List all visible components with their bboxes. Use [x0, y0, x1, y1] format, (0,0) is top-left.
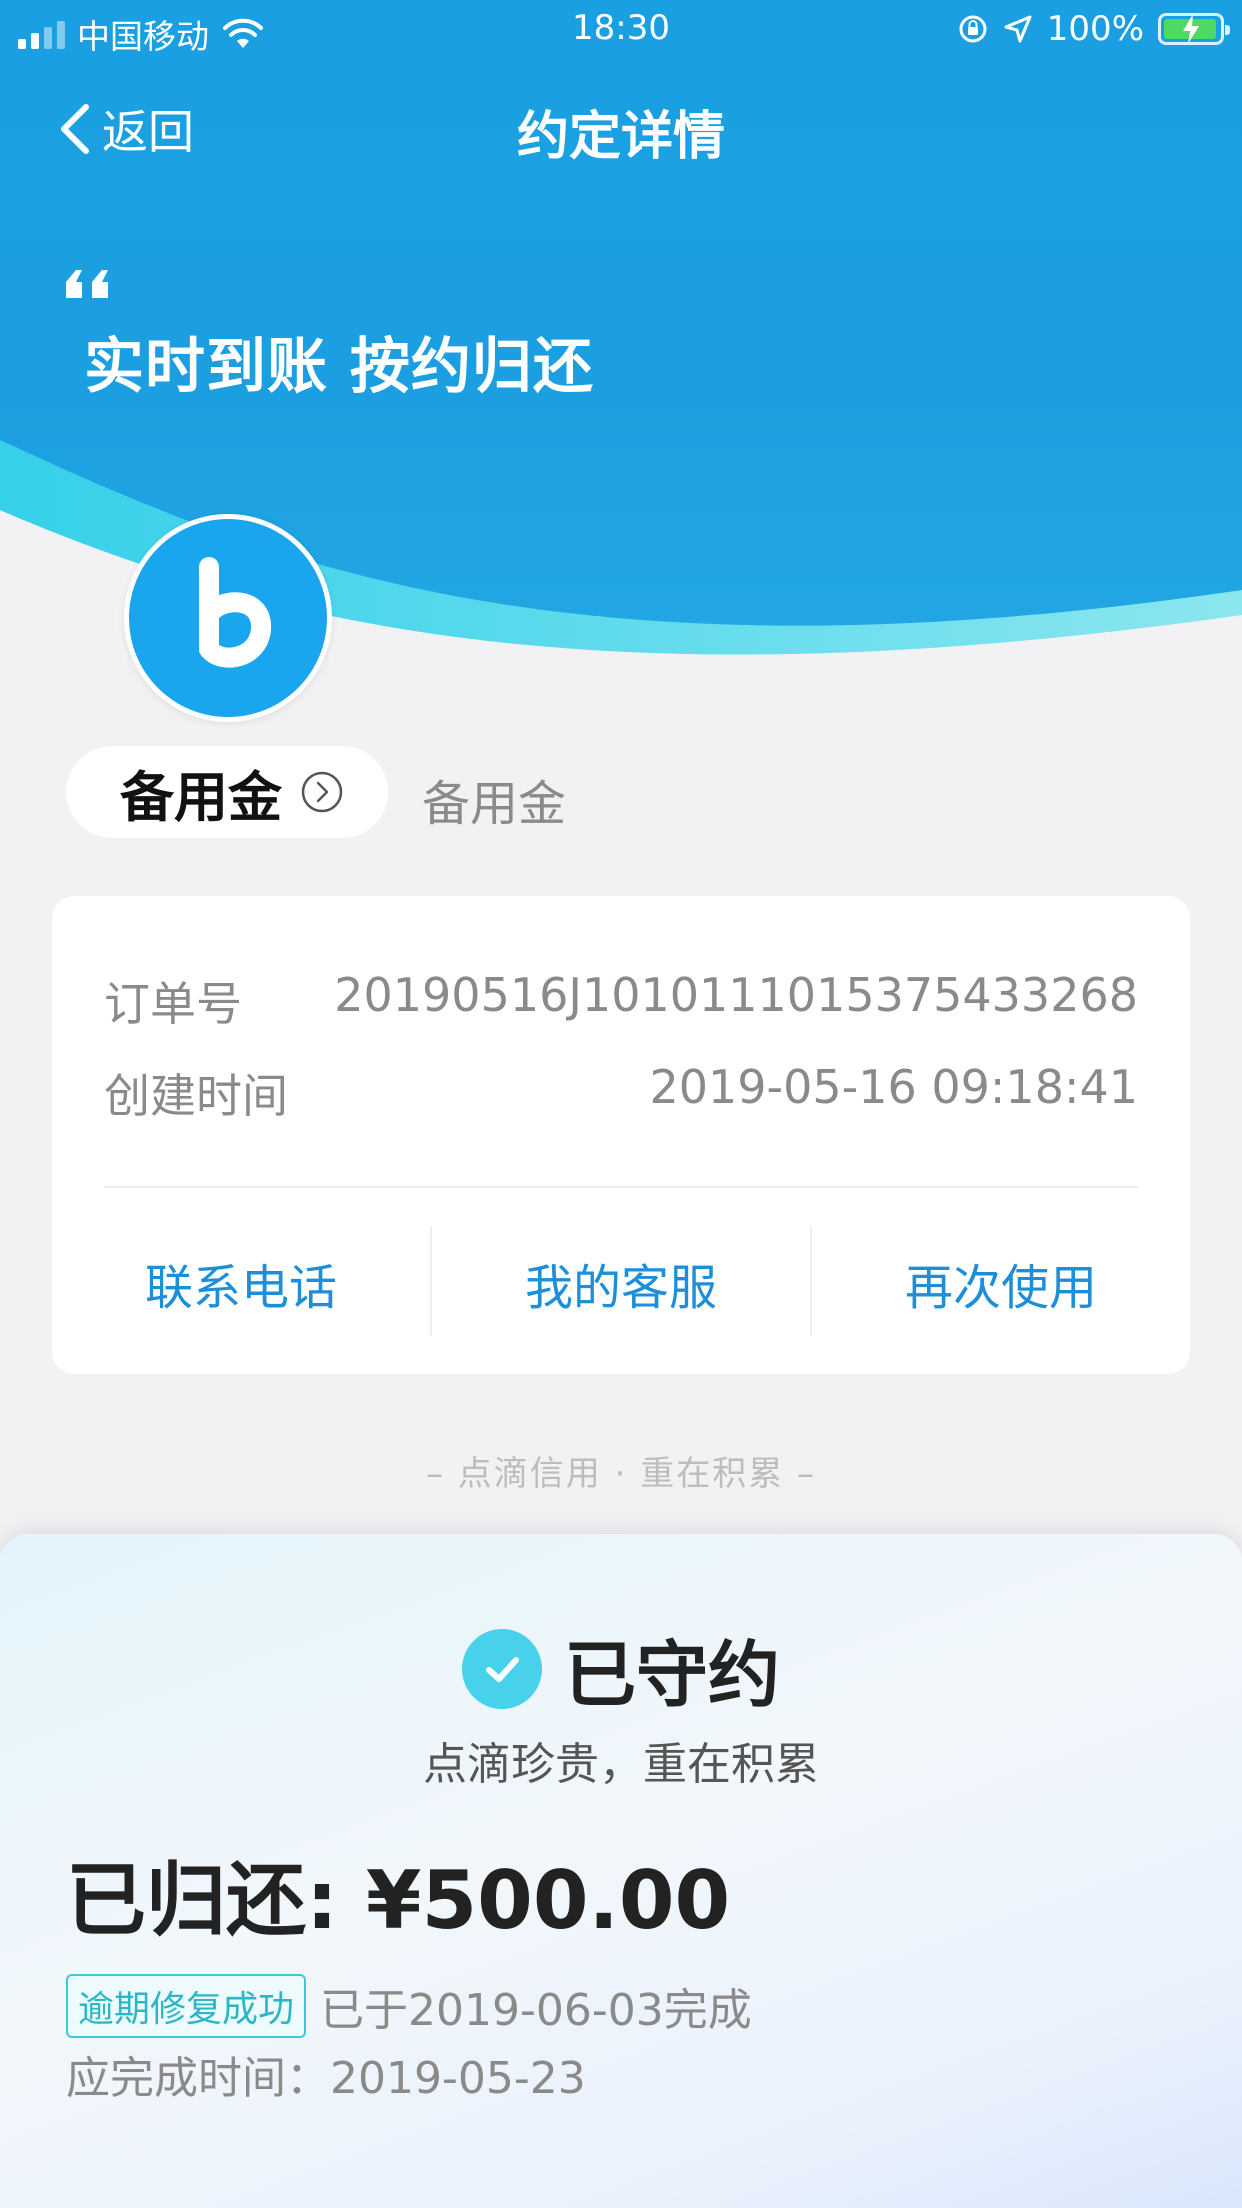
action-bar: 联系电话 我的客服 再次使用 — [52, 1226, 1190, 1336]
battery-percent: 100% — [1046, 9, 1144, 49]
credit-tagline: – 点滴信用 · 重在积累 – — [425, 1454, 817, 1494]
status-heading: 已守约 — [0, 1616, 1242, 1721]
page-title: 约定详情 — [516, 107, 725, 167]
location-arrow-icon — [1004, 15, 1032, 43]
status-text: 已守约 — [563, 1633, 780, 1717]
due-date: 应完成时间：2019-05-23 — [66, 2053, 586, 2104]
status-bar: 中国移动 18:30 100% — [0, 0, 1242, 60]
nav-bar: 返回 约定详情 — [0, 90, 1242, 167]
product-link[interactable]: 备用金 — [66, 746, 388, 838]
card-divider — [104, 1186, 1138, 1188]
quote-icon — [66, 270, 108, 298]
product-name: 备用金 — [120, 765, 282, 829]
order-number-value: 20190516J1010111015375433268 — [334, 968, 1138, 1022]
repair-badge: 逾期修复成功 — [66, 1974, 307, 2038]
check-icon — [461, 1628, 542, 1709]
order-number-label: 订单号 — [104, 977, 242, 1031]
order-number-row: 订单号 20190516J1010111015375433268 — [104, 968, 1138, 1034]
order-card: 订单号 20190516J1010111015375433268 创建时间 20… — [52, 896, 1190, 1374]
battery-icon — [1158, 13, 1230, 45]
repair-status-line: 逾期修复成功 已于2019-06-03完成 — [66, 1974, 752, 2038]
returned-amount: 已归还: ¥500.00 — [66, 1854, 731, 1947]
contact-phone-button[interactable]: 联系电话 — [52, 1226, 430, 1336]
created-time-label: 创建时间 — [104, 1069, 288, 1123]
b-logo-icon — [199, 557, 271, 668]
status-right: 100% — [957, 9, 1230, 49]
product-subtitle: 备用金 — [422, 776, 567, 832]
completed-date: 已于2019-06-03完成 — [320, 1985, 752, 2036]
customer-service-button[interactable]: 我的客服 — [432, 1226, 810, 1336]
orientation-lock-icon — [959, 15, 987, 43]
status-subtitle: 点滴珍贵，重在积累 — [423, 1739, 819, 1790]
result-sheet: 已守约 点滴珍贵，重在积累 已归还: ¥500.00 逾期修复成功 已于2019… — [0, 1534, 1242, 2208]
created-time-row: 创建时间 2019-05-16 09:18:41 — [104, 1060, 1138, 1126]
product-logo — [124, 514, 332, 722]
created-time-value: 2019-05-16 09:18:41 — [649, 1060, 1138, 1114]
hero-slogan: 实时到账 按约归还 — [84, 332, 594, 402]
use-again-button[interactable]: 再次使用 — [812, 1226, 1190, 1336]
chevron-right-circle-icon — [301, 771, 343, 813]
